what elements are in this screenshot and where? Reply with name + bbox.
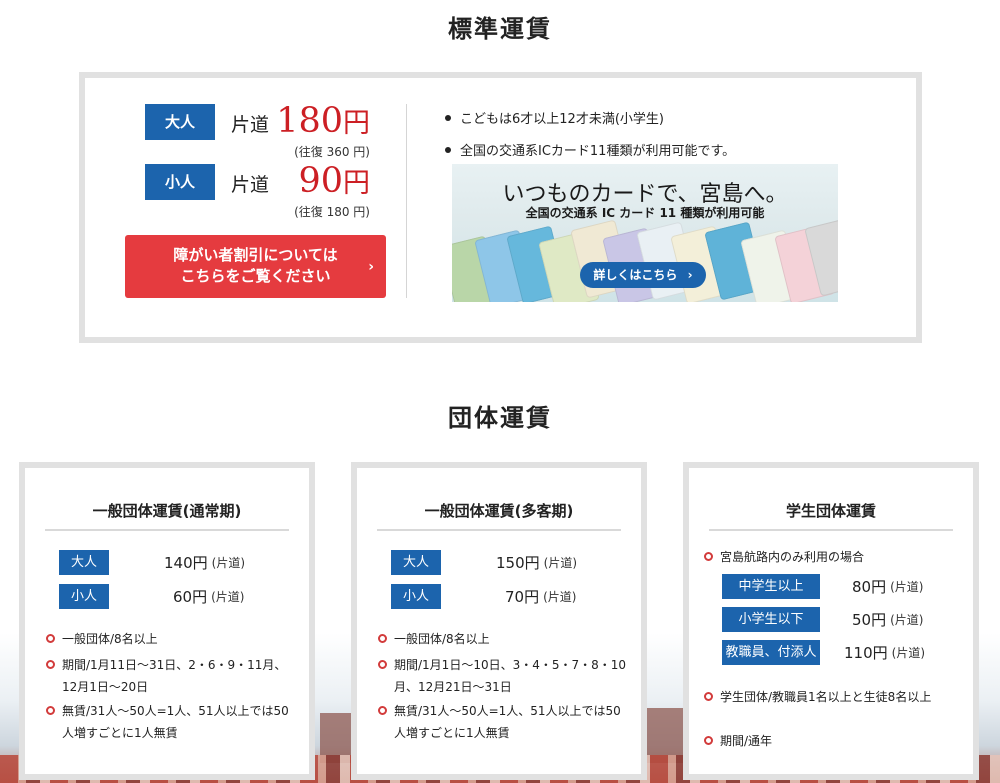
circle-bullet-icon: [378, 634, 387, 643]
one-way-label: 片道: [231, 174, 270, 196]
group-fare-row: 中学生以上 80円 (片道): [722, 574, 923, 599]
yen-unit: 円: [343, 168, 370, 199]
student-lead-note: 宮島航路内のみ利用の場合: [703, 546, 959, 568]
group-card-title: 一般団体運賃(通常期): [92, 502, 242, 520]
circle-bullet-icon: [704, 736, 713, 745]
note-text: 期間/1月11日〜31日、2・6・9・11月、12月1日〜20日: [62, 658, 287, 694]
circle-bullet-icon: [46, 706, 55, 715]
group-fare-title: 団体運賃: [448, 404, 552, 432]
junior-high-badge: 中学生以上: [722, 574, 820, 599]
group-note: 期間/通年: [703, 730, 959, 752]
divider: [377, 529, 621, 531]
circle-bullet-icon: [46, 660, 55, 669]
discount-button-line2: こちらをご覧ください: [180, 267, 331, 285]
group-fare-row: 小人 70円 (片道): [391, 584, 576, 609]
group-price: 60円: [173, 588, 208, 606]
ic-details-button[interactable]: 詳しくはこちら ›: [580, 262, 706, 288]
adult-badge: 大人: [145, 104, 215, 140]
note-text: 一般団体/8名以上: [62, 632, 158, 646]
discount-button-line1: 障がい者割引については: [173, 246, 338, 264]
one-way-unit: (片道): [211, 556, 246, 570]
group-price: 70円: [505, 588, 540, 606]
note-text: 宮島航路内のみ利用の場合: [720, 550, 865, 564]
one-way-unit: (片道): [543, 590, 577, 604]
group-price: 80円: [852, 578, 887, 596]
child-badge: 小人: [145, 164, 215, 200]
group-note: 学生団体/教職員1名以上と生徒8名以上: [703, 686, 959, 708]
group-fare-row: 教職員、付添人 110円 (片道): [722, 640, 925, 665]
note-text: 無賃/31人〜50人=1人、51人以上では50人増すごとに1人無賃: [62, 704, 289, 740]
chevron-right-icon: ›: [368, 259, 374, 275]
group-price: 140円: [164, 554, 208, 572]
child-badge: 小人: [391, 584, 441, 609]
note-ic-card: 全国の交通系ICカード11種類が利用可能です。: [445, 140, 735, 159]
yen-unit: 円: [343, 108, 370, 139]
elementary-badge: 小学生以下: [722, 607, 820, 632]
child-round-trip: (往復 180 円): [294, 205, 370, 219]
one-way-unit: (片道): [891, 646, 926, 660]
child-price: 90円: [270, 162, 370, 203]
group-card-regular: 一般団体運賃(通常期) 大人 140円 (片道) 小人 60円 (片道) 一般団…: [19, 462, 315, 780]
group-price: 150円: [496, 554, 540, 572]
adult-price: 180円: [270, 102, 370, 143]
child-badge: 小人: [59, 584, 109, 609]
vertical-divider: [406, 104, 407, 298]
group-card-title: 一般団体運賃(多客期): [424, 502, 574, 520]
standard-fare-title: 標準運賃: [448, 15, 552, 43]
note-text: こどもは6才以上12才未満(小学生): [460, 112, 664, 127]
note-text: 期間/1月1日〜10日、3・4・5・7・8・10月、12月21日〜31日: [394, 658, 627, 694]
adult-price-value: 180: [276, 101, 343, 141]
chevron-right-icon: ›: [687, 268, 693, 282]
group-fare-row: 大人 140円 (片道): [59, 550, 245, 575]
note-text: 学生団体/教職員1名以上と生徒8名以上: [720, 690, 932, 704]
one-way-unit: (片道): [890, 613, 924, 627]
one-way-unit: (片道): [211, 590, 245, 604]
adult-round-trip: (往復 360 円): [294, 145, 370, 159]
standard-fare-panel: 大人 片道 180円 (往復 360 円) 小人 片道 90円 (往復 180 …: [79, 72, 922, 343]
group-note: 無賃/31人〜50人=1人、51人以上では50人増すごとに1人無賃: [45, 700, 295, 744]
group-note: 無賃/31人〜50人=1人、51人以上では50人増すごとに1人無賃: [377, 700, 627, 744]
circle-bullet-icon: [46, 634, 55, 643]
circle-bullet-icon: [704, 552, 713, 561]
bullet-icon: [445, 114, 451, 121]
disability-discount-button[interactable]: 障がい者割引については こちらをご覧ください ›: [125, 235, 386, 298]
ic-details-label: 詳しくはこちら: [593, 268, 678, 282]
child-price-value: 90: [298, 161, 343, 201]
group-fare-row: 大人 150円 (片道): [391, 550, 577, 575]
group-note: 一般団体/8名以上: [377, 628, 627, 650]
adult-badge: 大人: [391, 550, 441, 575]
adult-badge: 大人: [59, 550, 109, 575]
group-fare-row: 小人 60円 (片道): [59, 584, 244, 609]
one-way-unit: (片道): [543, 556, 578, 570]
circle-bullet-icon: [378, 660, 387, 669]
divider: [709, 529, 953, 531]
note-text: 全国の交通系ICカード11種類が利用可能です。: [460, 144, 736, 159]
one-way-label: 片道: [231, 114, 270, 136]
note-text: 一般団体/8名以上: [394, 632, 490, 646]
group-note: 期間/1月11日〜31日、2・6・9・11月、12月1日〜20日: [45, 654, 295, 698]
child-price-block: 90円 (往復 180 円): [270, 162, 370, 220]
note-text: 無賃/31人〜50人=1人、51人以上では50人増すごとに1人無賃: [394, 704, 621, 740]
group-fare-row: 小学生以下 50円 (片道): [722, 607, 923, 632]
group-price: 110円: [844, 644, 888, 662]
circle-bullet-icon: [378, 706, 387, 715]
one-way-unit: (片道): [890, 580, 924, 594]
divider: [45, 529, 289, 531]
group-card-title: 学生団体運賃: [785, 502, 876, 520]
bullet-icon: [445, 146, 451, 153]
group-note: 期間/1月1日〜10日、3・4・5・7・8・10月、12月21日〜31日: [377, 654, 627, 698]
ic-card-banner[interactable]: いつものカードで、宮島へ。 全国の交通系 IC カード 11 種類が利用可能 詳…: [452, 164, 838, 302]
group-price: 50円: [852, 611, 887, 629]
adult-fare-row: 大人 片道: [145, 104, 269, 140]
staff-badge: 教職員、付添人: [722, 640, 820, 665]
group-card-peak: 一般団体運賃(多客期) 大人 150円 (片道) 小人 70円 (片道) 一般団…: [351, 462, 647, 780]
group-card-student: 学生団体運賃 宮島航路内のみ利用の場合 中学生以上 80円 (片道) 小学生以下…: [683, 462, 979, 780]
adult-price-block: 180円 (往復 360 円): [270, 102, 370, 160]
note-children-age: こどもは6才以上12才未満(小学生): [445, 108, 664, 127]
child-fare-row: 小人 片道: [145, 164, 269, 200]
note-text: 期間/通年: [720, 734, 773, 748]
group-note: 一般団体/8名以上: [45, 628, 295, 650]
ic-banner-subtitle: 全国の交通系 IC カード 11 種類が利用可能: [525, 206, 765, 220]
circle-bullet-icon: [704, 692, 713, 701]
